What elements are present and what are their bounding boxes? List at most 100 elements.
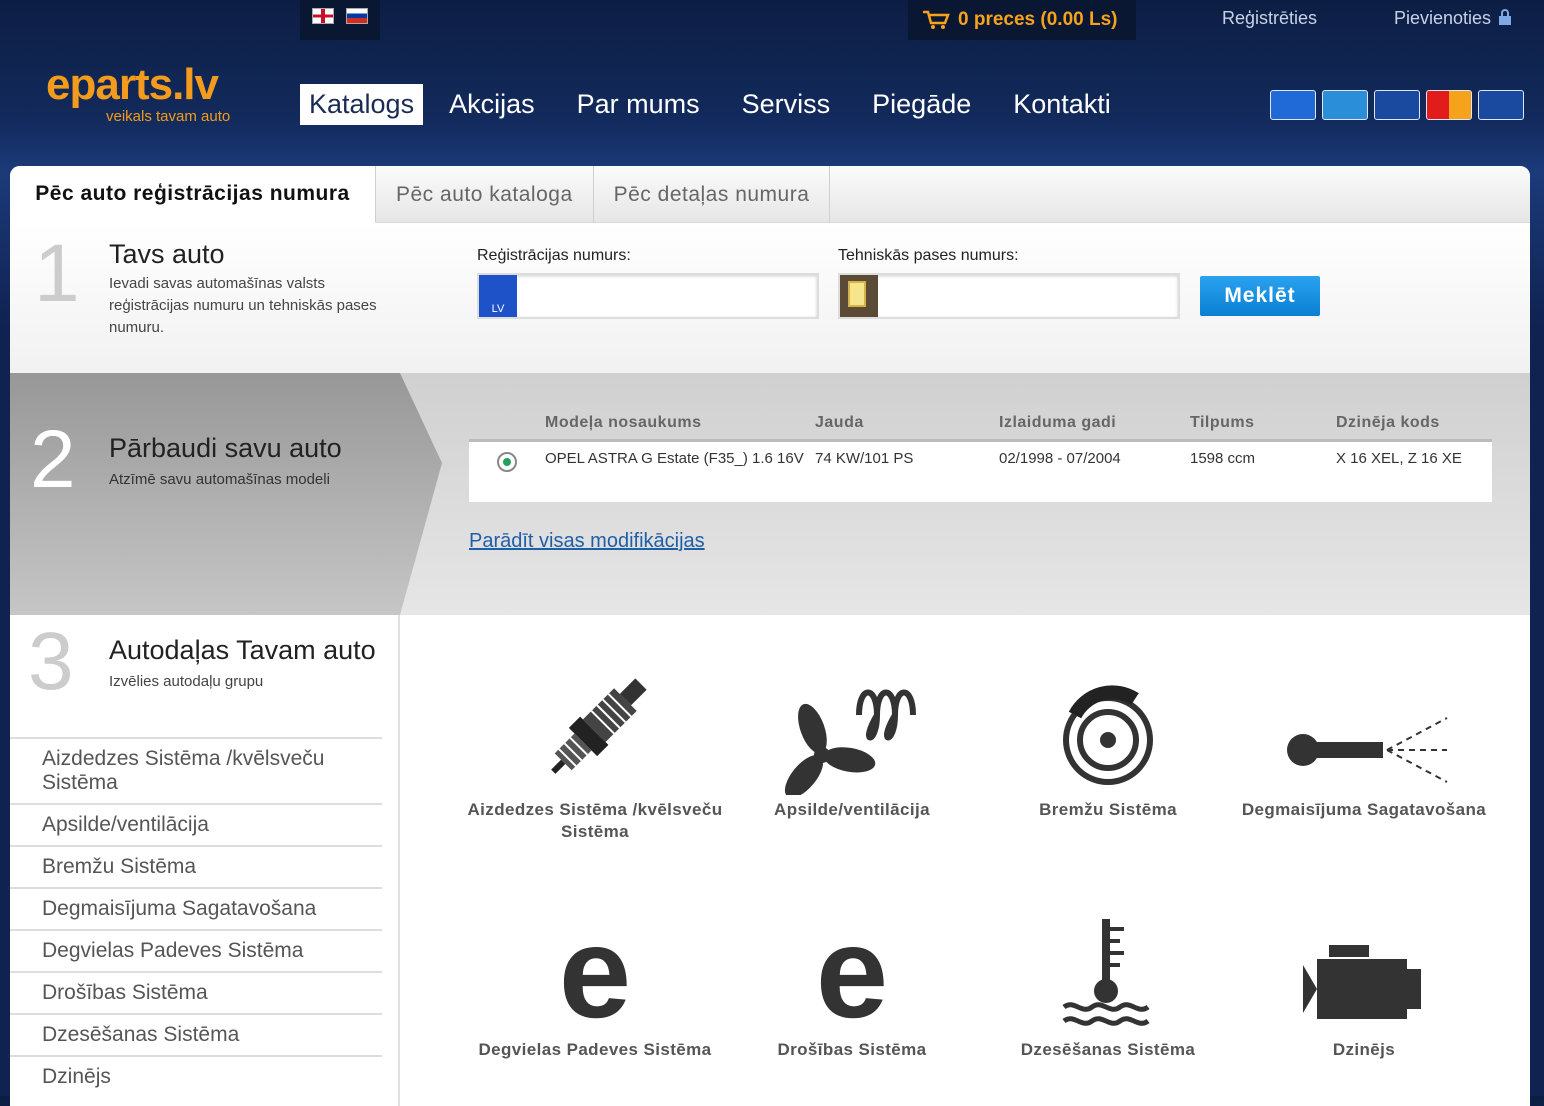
step-description: Atzīmē savu automašīnas modeli (109, 471, 330, 488)
mastercard-icon (1426, 90, 1472, 120)
header-volume: Tilpums (1190, 413, 1255, 431)
nav-akcijas[interactable]: Akcijas (449, 84, 535, 125)
list-item[interactable]: Apsilde/ventilācija (10, 803, 382, 845)
engine-icon (1303, 945, 1421, 1019)
cell-power: 74 KW/101 PS (815, 450, 914, 467)
tile-label: Dzinējs (1332, 1040, 1396, 1059)
search-tabs: Pēc auto reģistrācijas numura Pēc auto k… (10, 166, 1530, 223)
step-title: Autodaļas Tavam auto (109, 635, 376, 665)
cell-volume: 1598 ccm (1190, 450, 1256, 467)
nav-katalogs[interactable]: Katalogs (300, 84, 424, 125)
main-nav: Katalogs Akcijas Par mums Serviss Piegād… (300, 84, 1153, 125)
header-power: Jauda (815, 413, 864, 431)
tab-by-part-number[interactable]: Pēc detaļas numura (594, 166, 831, 223)
eu-plate-icon: LV (479, 275, 517, 317)
english-flag-icon[interactable] (312, 8, 334, 24)
nav-kontakti[interactable]: Kontakti (1013, 84, 1111, 125)
fan-heater-icon (784, 689, 916, 795)
registration-number-input[interactable]: LV (477, 273, 819, 319)
header-model: Modeļa nosaukums (545, 413, 702, 431)
tile-label: Apsilde/ventilācija (774, 800, 930, 819)
lock-icon (1499, 9, 1512, 25)
table-row[interactable]: OPEL ASTRA G Estate (F35_) 1.6 16V 74 KW… (469, 442, 1492, 502)
e-placeholder-icon: e (559, 925, 631, 1035)
model-table: Modeļa nosaukums Jauda Izlaiduma gadi Ti… (469, 406, 1492, 502)
category-tile[interactable]: e Drošības Sistēma (724, 895, 980, 1061)
header-years: Izlaiduma gadi (999, 413, 1117, 431)
cart-summary[interactable]: 0 preces (0.00 Ls) (908, 0, 1136, 40)
spark-plug-icon (551, 678, 647, 774)
nav-par-mums[interactable]: Par mums (577, 84, 700, 125)
e-placeholder-icon: e (816, 925, 888, 1035)
list-item[interactable]: Degvielas Padeves Sistēma (10, 929, 382, 971)
tile-label: Bremžu Sistēma (1039, 800, 1177, 819)
top-bar: 0 preces (0.00 Ls) Reģistrēties Pievieno… (0, 0, 1544, 44)
category-list: Aizdedzes Sistēma /kvēlsveču Sistēma Aps… (10, 737, 382, 1097)
tech-passport-input[interactable] (838, 273, 1180, 319)
header-engine-code: Dzinēja kods (1336, 413, 1440, 431)
passport-label: Tehniskās pases numurs: (838, 247, 1019, 264)
step-your-car: 1 Tavs auto Ievadi savas automašīnas val… (10, 223, 1530, 373)
russian-flag-icon[interactable] (346, 8, 368, 24)
site-logo[interactable]: eparts.lv veikals tavam auto (46, 62, 246, 132)
category-tile[interactable]: e Degvielas Padeves Sistēma (467, 895, 723, 1061)
plate-country-code: LV (491, 303, 505, 315)
category-grid: Aizdedzes Sistēma /kvēlsveču Sistēma Aps… (420, 615, 1530, 1106)
category-tile[interactable]: Aizdedzes Sistēma /kvēlsveču Sistēma (467, 655, 723, 843)
cart-text: 0 preces (0.00 Ls) (958, 9, 1118, 30)
step-title: Tavs auto (109, 239, 225, 269)
swedbank-icon (1322, 90, 1368, 120)
cell-years: 02/1998 - 07/2004 (999, 450, 1121, 467)
nav-serviss[interactable]: Serviss (742, 84, 831, 125)
payment-methods (1270, 90, 1524, 120)
search-card: Pēc auto reģistrācijas numura Pēc auto k… (10, 166, 1530, 1106)
step-number: 1 (34, 228, 80, 319)
tile-label: Dzesēšanas Sistēma (1020, 1040, 1196, 1059)
cell-model: OPEL ASTRA G Estate (F35_) 1.6 16V (545, 450, 804, 467)
step-title: Pārbaudi savu auto (109, 433, 342, 463)
logo-wordmark: eparts.lv (46, 60, 219, 109)
category-tile[interactable]: Degmaisījuma Sagatavošana (1236, 655, 1492, 821)
step-parts-sidebar: 3 Autodaļas Tavam auto Izvēlies autodaļu… (10, 615, 400, 1106)
step-description: Ievadi savas automašīnas valsts reģistrā… (109, 275, 377, 336)
logo-tagline: veikals tavam auto (106, 108, 231, 125)
show-all-modifications-link[interactable]: Parādīt visas modifikācijas (469, 530, 705, 553)
tab-by-catalog[interactable]: Pēc auto kataloga (376, 166, 594, 223)
brake-disc-icon (1063, 685, 1153, 785)
shopping-cart-icon (923, 10, 950, 29)
table-header: Modeļa nosaukums Jauda Izlaiduma gadi Ti… (469, 406, 1492, 442)
step-number: 3 (28, 616, 74, 707)
list-item[interactable]: Bremžu Sistēma (10, 845, 382, 887)
category-tile[interactable]: Apsilde/ventilācija (724, 655, 980, 821)
category-tile[interactable]: Dzesēšanas Sistēma (980, 895, 1236, 1061)
tile-label: Degmaisījuma Sagatavošana (1241, 800, 1487, 819)
list-item[interactable]: Dzinējs (10, 1055, 382, 1097)
tile-label: Aizdedzes Sistēma /kvēlsveču Sistēma (467, 800, 723, 841)
cell-engine-code: X 16 XEL, Z 16 XE (1336, 450, 1462, 467)
document-icon (840, 275, 878, 317)
category-tile[interactable]: Dzinējs (1236, 895, 1492, 1061)
nav-piegade[interactable]: Piegāde (872, 84, 971, 125)
list-item[interactable]: Aizdedzes Sistēma /kvēlsveču Sistēma (10, 737, 382, 803)
search-button[interactable]: Meklēt (1200, 276, 1320, 316)
svg-text:e: e (816, 925, 888, 1035)
step-number: 2 (30, 414, 76, 505)
injector-icon (1287, 717, 1448, 783)
model-radio[interactable] (497, 452, 517, 472)
registration-label: Reģistrācijas numurs: (477, 247, 631, 264)
list-item[interactable]: Degmaisījuma Sagatavošana (10, 887, 382, 929)
coolant-temp-icon (1062, 919, 1150, 1026)
tile-label: Degvielas Padeves Sistēma (478, 1040, 712, 1059)
list-item[interactable]: Dzesēšanas Sistēma (10, 1013, 382, 1055)
svg-text:e: e (559, 925, 631, 1035)
category-tile[interactable]: Bremžu Sistēma (980, 655, 1236, 821)
tab-by-registration[interactable]: Pēc auto reģistrācijas numura (10, 166, 376, 223)
tile-label: Drošības Sistēma (777, 1040, 927, 1059)
visa-icon (1478, 90, 1524, 120)
list-item[interactable]: Drošības Sistēma (10, 971, 382, 1013)
language-switcher (300, 0, 380, 40)
bank-link-icon (1270, 90, 1316, 120)
step2-header-panel (10, 373, 442, 615)
register-link[interactable]: Reģistrēties (1222, 8, 1317, 29)
login-link[interactable]: Pievienoties (1394, 8, 1512, 29)
